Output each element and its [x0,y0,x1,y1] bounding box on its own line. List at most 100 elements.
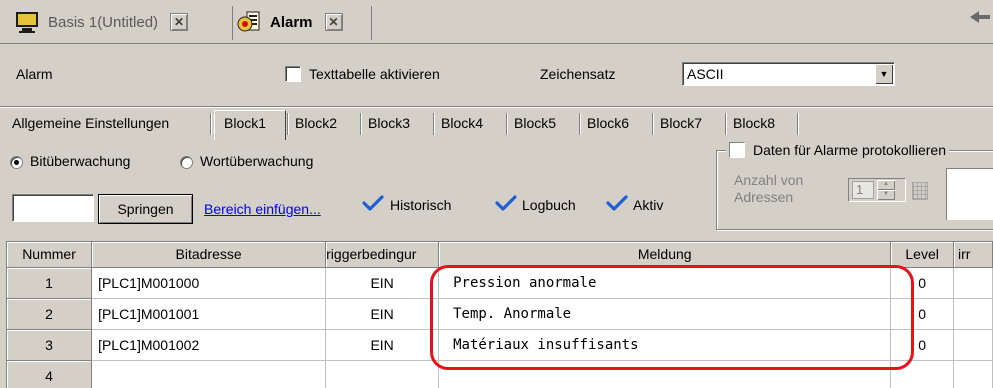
column-header-level[interactable]: Level [890,242,954,268]
charset-select-value: ASCII [687,66,724,82]
tab-basis[interactable]: Basis 1(Untitled) ✕ [14,4,189,40]
tab-divider [371,6,372,40]
cell-trigger[interactable] [325,360,440,388]
logbook-label: Logbuch [522,197,576,213]
cell-trigger[interactable]: EIN [325,267,440,299]
cell-trigger[interactable]: EIN [325,298,440,330]
alarm-settings-row: Alarm Texttabelle aktivieren Zeichensatz… [0,44,993,106]
tab-divider [232,6,233,40]
alarm-document-icon [237,11,260,32]
tab-divider [210,113,212,135]
tab-alarm-label: Alarm [270,13,313,31]
texttable-label: Texttabelle aktivieren [309,66,440,82]
row-number[interactable]: 4 [7,360,93,388]
cell-message[interactable]: Temp. Anormale [438,298,892,330]
column-header-number[interactable]: Nummer [7,242,93,268]
address-count-value: 1 [852,181,874,199]
charset-label: Zeichensatz [540,66,616,82]
cell-level[interactable]: 0 [890,298,954,330]
table-row[interactable]: 2 [PLC1]M001001 EIN Temp. Anormale 0 [7,298,993,330]
tab-block8[interactable]: Block8 [733,115,775,131]
tab-block4[interactable]: Block4 [441,115,483,131]
tab-block6[interactable]: Block6 [587,115,629,131]
cell-level[interactable]: 0 [890,329,954,361]
cell-trigger[interactable]: EIN [325,329,440,361]
cell-extra[interactable] [953,267,993,299]
row-number[interactable]: 3 [7,329,93,361]
column-header-trigger[interactable]: riggerbedingur [325,242,440,268]
texttable-checkbox[interactable] [285,66,301,82]
block-tab-bar: Allgemeine Einstellungen Block1 Block2 B… [0,106,993,140]
cell-address[interactable]: [PLC1]M001002 [91,329,327,361]
cell-extra[interactable] [953,298,993,330]
chevron-up-icon[interactable]: ▲ [877,180,895,190]
tab-block5[interactable]: Block5 [514,115,556,131]
tab-divider [360,113,362,135]
tab-block7[interactable]: Block7 [660,115,702,131]
tab-divider [506,113,508,135]
chevron-down-icon[interactable]: ▼ [877,190,895,200]
column-header-message[interactable]: Meldung [438,242,892,268]
tab-basis-label: Basis 1(Untitled) [48,13,159,31]
tab-divider [652,113,654,135]
row-number[interactable]: 2 [7,298,93,330]
tab-block1[interactable]: Block1 [224,115,266,131]
tab-divider [433,113,435,135]
cell-address[interactable]: [PLC1]M001001 [91,298,327,330]
table-row[interactable]: 3 [PLC1]M001002 EIN Matériaux insuffisan… [7,329,993,361]
cell-extra[interactable] [953,360,993,388]
column-header-extra[interactable]: irr [953,242,993,268]
row-number[interactable]: 1 [7,267,93,299]
cell-message[interactable]: Matériaux insuffisants [438,329,892,361]
cell-level[interactable]: 0 [890,267,954,299]
checkmark-icon[interactable] [606,195,628,211]
jump-button[interactable]: Springen [98,194,193,224]
bit-monitoring-label: Bitüberwachung [30,153,131,169]
cell-level[interactable] [890,360,954,388]
stepper-buttons[interactable]: ▲ ▼ [877,180,895,200]
tab-block3[interactable]: Block3 [368,115,410,131]
address-count-label-line2: Adressen [734,189,794,205]
tab-scroll-arrow-icon[interactable] [967,8,993,26]
address-count-label: Anzahl von Adressen [734,172,834,206]
address-count-stepper[interactable]: 1 ▲ ▼ [848,178,906,202]
chevron-down-icon[interactable]: ▼ [875,64,893,84]
cell-address[interactable]: [PLC1]M001000 [91,267,327,299]
active-label: Aktiv [633,197,664,213]
divider [0,106,993,108]
cell-extra[interactable] [953,329,993,361]
close-icon[interactable]: ✕ [324,13,343,31]
tab-divider [725,113,727,135]
tab-block2[interactable]: Block2 [295,115,337,131]
cell-message[interactable] [438,360,892,388]
cell-message[interactable]: Pression anormale [438,267,892,299]
log-data-label: Daten für Alarme protokollieren [753,142,946,158]
log-data-checkbox[interactable] [729,142,745,158]
log-address-field[interactable] [946,168,993,220]
table-row[interactable]: 1 [PLC1]M001000 EIN Pression anormale 0 [7,267,993,299]
close-icon[interactable]: ✕ [170,13,189,31]
tab-divider [579,113,581,135]
grid-icon[interactable] [912,182,928,200]
jump-number-input[interactable] [12,194,94,222]
document-tab-bar: Basis 1(Untitled) ✕ Alarm ✕ [0,0,993,44]
charset-select[interactable]: ASCII ▼ [682,62,895,86]
insert-range-link[interactable]: Bereich einfügen... [204,201,321,217]
log-data-legend: Daten für Alarme protokollieren [726,141,949,159]
tab-general-settings[interactable]: Allgemeine Einstellungen [12,115,169,131]
table-header-row: Nummer Bitadresse riggerbedingur Meldung… [7,242,993,268]
address-count-label-line1: Anzahl von [734,172,804,188]
column-header-address[interactable]: Bitadresse [91,242,327,268]
tab-divider [797,113,799,135]
cell-address[interactable] [91,360,327,388]
alarm-label: Alarm [16,66,53,82]
word-monitoring-label: Wortüberwachung [200,153,314,169]
checkmark-icon[interactable] [495,195,517,211]
table-row[interactable]: 4 [7,360,993,388]
tab-divider [287,113,289,135]
word-monitoring-radio[interactable] [180,156,193,169]
tab-alarm[interactable]: Alarm ✕ [236,4,343,40]
checkmark-icon[interactable] [362,195,384,211]
bit-monitoring-radio[interactable] [10,156,23,169]
monitor-icon [16,12,38,33]
